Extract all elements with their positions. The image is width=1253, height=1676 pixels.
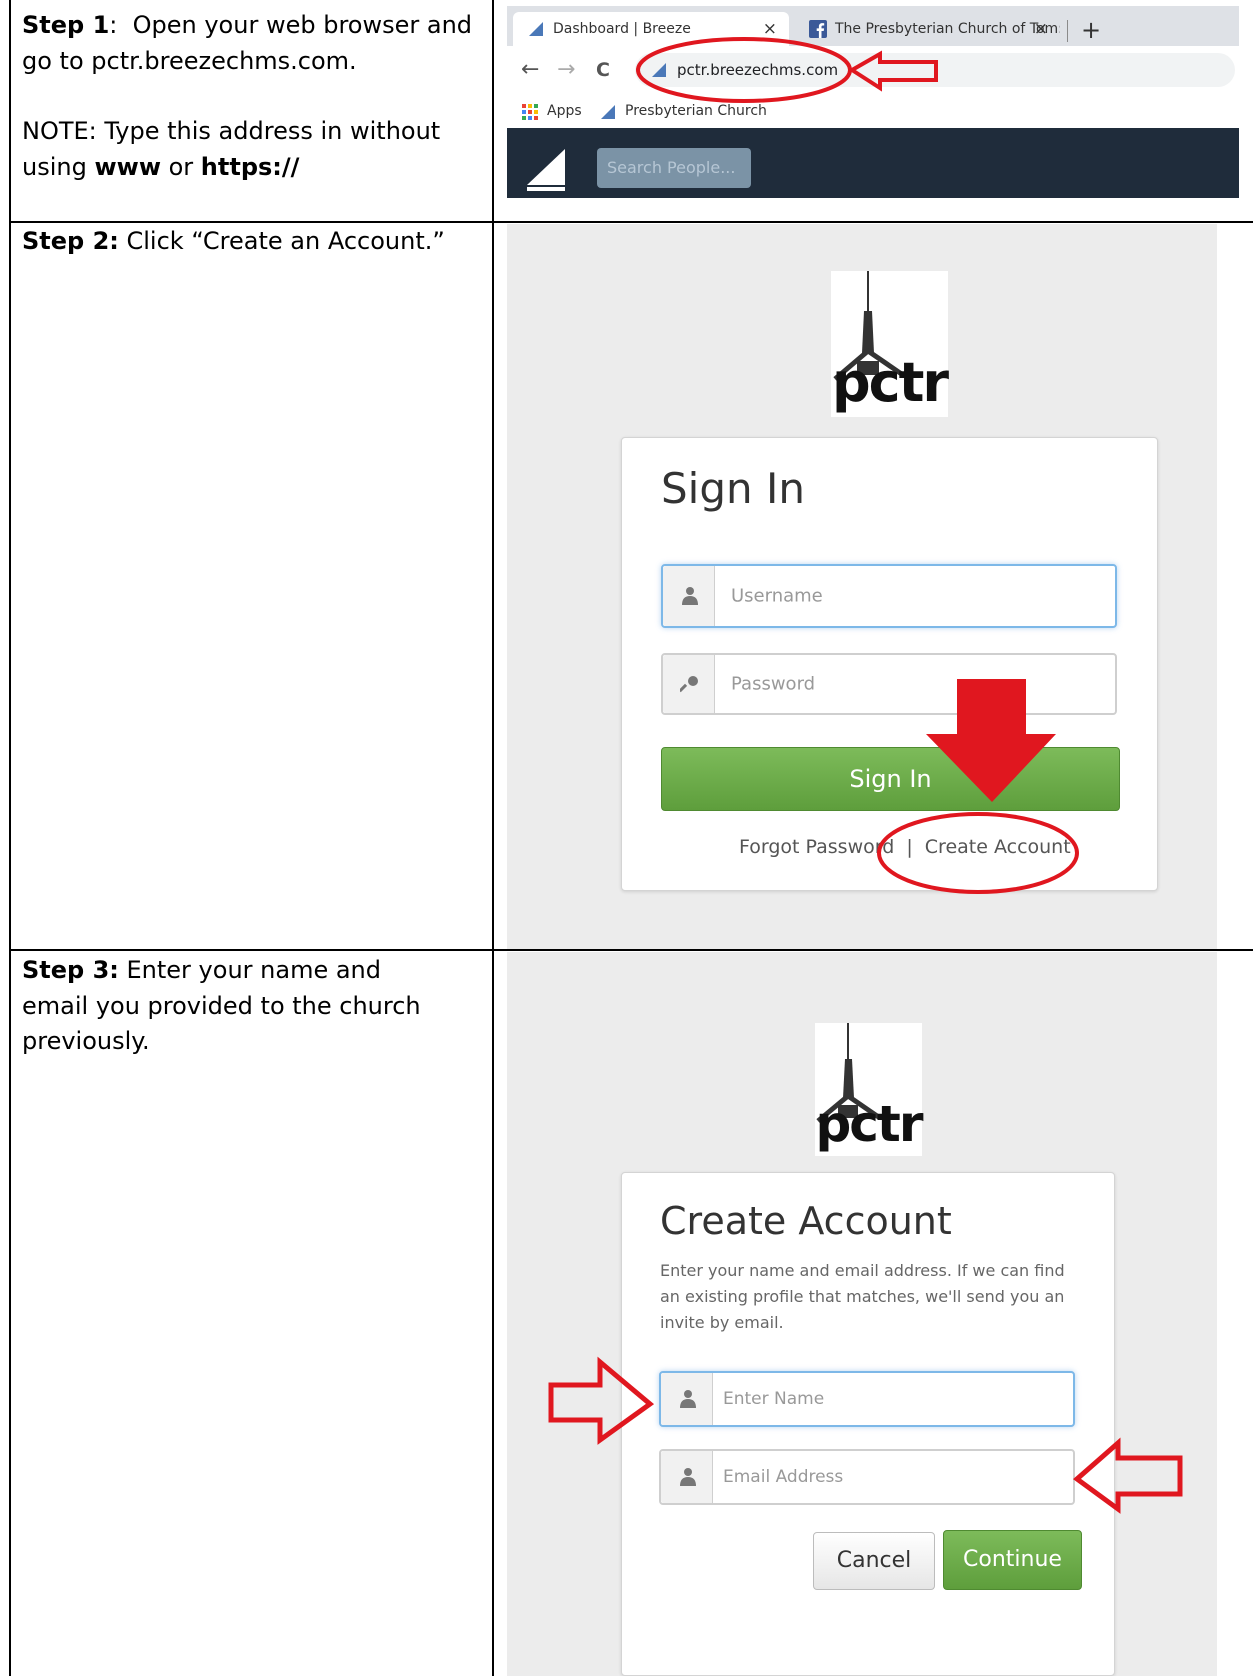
username-placeholder: Username — [731, 585, 823, 607]
name-addon — [661, 1373, 713, 1425]
create-account-card: Create Account Enter your name and email… — [621, 1172, 1115, 1676]
name-placeholder: Enter Name — [723, 1389, 825, 1409]
key-icon — [680, 676, 698, 693]
create-account-link[interactable]: Create Account — [925, 836, 1071, 858]
breeze-sail-icon — [652, 63, 666, 77]
link-divider: | — [906, 836, 913, 858]
table-row-divider-2 — [9, 949, 1253, 951]
table-row-divider-1 — [9, 221, 1253, 223]
tab-dashboard-label: Dashboard | Breeze — [553, 21, 691, 37]
password-input[interactable]: Password — [661, 653, 1117, 715]
user-icon — [682, 587, 698, 605]
bookmark-apps-label: Apps — [547, 103, 582, 119]
forward-arrow-icon[interactable]: → — [557, 58, 575, 82]
username-addon — [663, 566, 715, 626]
email-addon — [661, 1451, 713, 1503]
new-tab-button[interactable]: + — [1081, 14, 1101, 46]
step-1-text: Step 1: Open your web browser and go to … — [22, 8, 482, 185]
apps-grid-icon — [522, 104, 538, 120]
facebook-icon — [809, 20, 827, 38]
breeze-sail-icon — [529, 22, 543, 36]
tab-separator — [1067, 20, 1068, 42]
table-border-middle — [492, 0, 494, 1676]
user-icon — [680, 1390, 696, 1408]
step-1-note-www: www — [94, 152, 161, 181]
cancel-button[interactable]: Cancel — [813, 1532, 935, 1590]
email-input[interactable]: Email Address — [659, 1449, 1075, 1505]
signin-title: Sign In — [661, 464, 805, 513]
step-1-label: Step 1 — [22, 11, 110, 39]
step-1-note-or: or — [160, 152, 201, 181]
sign-in-button[interactable]: Sign In — [661, 747, 1120, 811]
address-bar[interactable]: pctr.breezechms.com — [635, 53, 1235, 87]
table-border-left — [9, 0, 11, 1676]
browser-screenshot: Dashboard | Breeze × The Presbyterian Ch… — [507, 6, 1239, 198]
tab-dashboard-breeze[interactable]: Dashboard | Breeze × — [513, 12, 789, 46]
address-bar-url: pctr.breezechms.com — [677, 61, 839, 79]
continue-button[interactable]: Continue — [943, 1530, 1082, 1590]
reload-icon[interactable]: C — [596, 58, 610, 82]
username-input[interactable]: Username — [661, 564, 1117, 628]
pctr-logo: pctr — [831, 271, 949, 417]
bookmark-apps[interactable]: Apps — [519, 101, 582, 121]
breeze-logo-icon[interactable] — [525, 145, 573, 192]
password-placeholder: Password — [731, 673, 816, 695]
user-icon — [680, 1468, 696, 1486]
step-1-note-https: https:// — [200, 152, 300, 181]
signin-links: Forgot Password | Create Account — [739, 836, 1071, 858]
signin-card: Sign In Username Password Sign In Forgot… — [621, 437, 1158, 891]
step-3-label: Step 3: — [22, 956, 119, 984]
close-tab-icon[interactable]: × — [763, 12, 777, 46]
step-3-text: Step 3: Enter your name and email you pr… — [22, 953, 452, 1060]
breeze-app-navbar: Search People... — [507, 128, 1239, 198]
email-placeholder: Email Address — [723, 1467, 844, 1487]
pctr-logo: pctr — [815, 1023, 924, 1156]
create-account-title: Create Account — [660, 1199, 952, 1243]
forgot-password-link[interactable]: Forgot Password — [739, 836, 894, 858]
bookmark-presbyterian-label: Presbyterian Church — [625, 103, 767, 119]
browser-tab-bar: Dashboard | Breeze × The Presbyterian Ch… — [507, 6, 1239, 46]
signin-screenshot: pctr Sign In Username Password Sign In F… — [507, 224, 1217, 949]
step-2-instruction: Click “Create an Account.” — [118, 227, 445, 255]
password-addon — [663, 655, 715, 713]
bookmarks-bar: Apps Presbyterian Church — [507, 94, 1239, 128]
browser-navigation-bar: ← → C pctr.breezechms.com — [507, 46, 1239, 94]
close-tab-icon[interactable]: × — [1034, 12, 1048, 46]
step-1-separator: : — [109, 11, 133, 39]
logo-wordmark: pctr — [815, 1095, 924, 1153]
step-2-label: Step 2: — [22, 227, 119, 255]
back-arrow-icon[interactable]: ← — [521, 58, 539, 82]
step-2-text: Step 2: Click “Create an Account.” — [22, 224, 482, 260]
breeze-sail-icon — [601, 105, 615, 119]
tab-presbyterian-church[interactable]: The Presbyterian Church of Tom: × — [795, 12, 1060, 46]
create-account-description: Enter your name and email address. If we… — [660, 1261, 1065, 1332]
name-input[interactable]: Enter Name — [659, 1371, 1075, 1427]
logo-wordmark: pctr — [831, 351, 949, 414]
search-people-input[interactable]: Search People... — [597, 148, 751, 188]
tab-presbyterian-label: The Presbyterian Church of Tom: — [835, 21, 1060, 37]
bookmark-presbyterian[interactable]: Presbyterian Church — [597, 101, 767, 121]
create-account-screenshot: pctr Create Account Enter your name and … — [507, 952, 1217, 1676]
